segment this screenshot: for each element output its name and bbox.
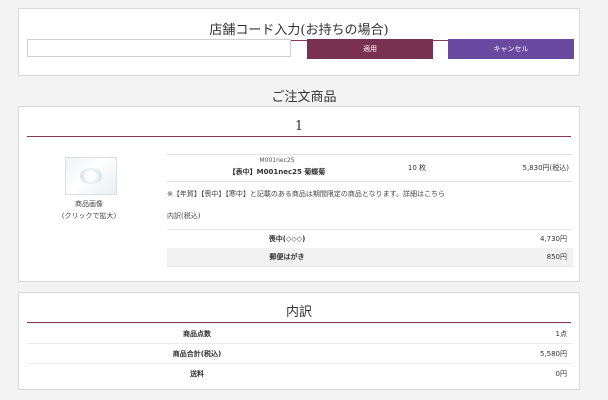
breakdown-title: 内訳 [285, 305, 312, 320]
order-items-heading: ご注文商品 [271, 90, 337, 105]
item-line-row: 郵便はがき 850円 [167, 248, 573, 267]
store-code-title: 店舗コード入力(お持ちの場合) [209, 23, 389, 38]
item-index: 1 [294, 119, 304, 134]
item-name[interactable]: 【表中】M001nec25 菊蝶菊 [167, 167, 387, 177]
thumbnail-caption-2: (クリックで拡大) [61, 212, 117, 220]
order-item-panel: 1 商品画像 (クリックで拡大) M001nec25 【表中】M001nec25… [18, 106, 580, 282]
item-line-value: 850円 [546, 253, 567, 261]
item-quantity: 10 枚 [407, 164, 427, 172]
period-notice[interactable]: ※【年賀】【喪中】【寒中】と記載のある商品は期間限定の商品となります。詳細はこち… [167, 189, 445, 199]
item-line-label: 郵便はがき [269, 253, 305, 261]
item-summary: M001nec25 【表中】M001nec25 菊蝶菊 10 枚 5,830円(… [167, 154, 573, 182]
breakdown-row: 商品合計(税込) 5,580円 [27, 343, 573, 364]
breakdown-label: 商品合計(税込) [172, 350, 222, 358]
store-code-input[interactable] [27, 39, 291, 57]
breakdown-row: 商品点数 1点 [27, 323, 573, 344]
breakdown-value: 0円 [555, 370, 567, 378]
item-price: 5,830円(税込) [522, 164, 569, 172]
breakdown-panel: 内訳 商品点数 1点 商品合計(税込) 5,580円 送料 0円 [18, 292, 580, 390]
store-code-panel: 店舗コード入力(お持ちの場合) 適用 キャンセル [18, 8, 580, 76]
breakdown-row: 送料 0円 [27, 363, 573, 384]
thumbnail-caption-1: 商品画像 [75, 200, 103, 208]
item-line-label: 喪中(◇◇◇) [268, 235, 306, 243]
apply-button[interactable]: 適用 [307, 39, 433, 59]
cancel-button[interactable]: キャンセル [448, 39, 574, 59]
breakdown-note: 内訳(税込) [167, 212, 201, 220]
item-code: M001nec25 [259, 157, 295, 164]
item-rule [27, 136, 571, 137]
breakdown-value: 1点 [555, 330, 567, 338]
product-thumbnail[interactable] [65, 157, 117, 195]
item-line-row: 喪中(◇◇◇) 4,730円 [167, 229, 573, 249]
store-code-row: 適用 キャンセル [27, 39, 574, 59]
breakdown-label: 送料 [190, 370, 204, 378]
item-line-value: 4,730円 [539, 235, 567, 243]
breakdown-label: 商品点数 [183, 330, 211, 338]
breakdown-value: 5,580円 [539, 350, 567, 358]
